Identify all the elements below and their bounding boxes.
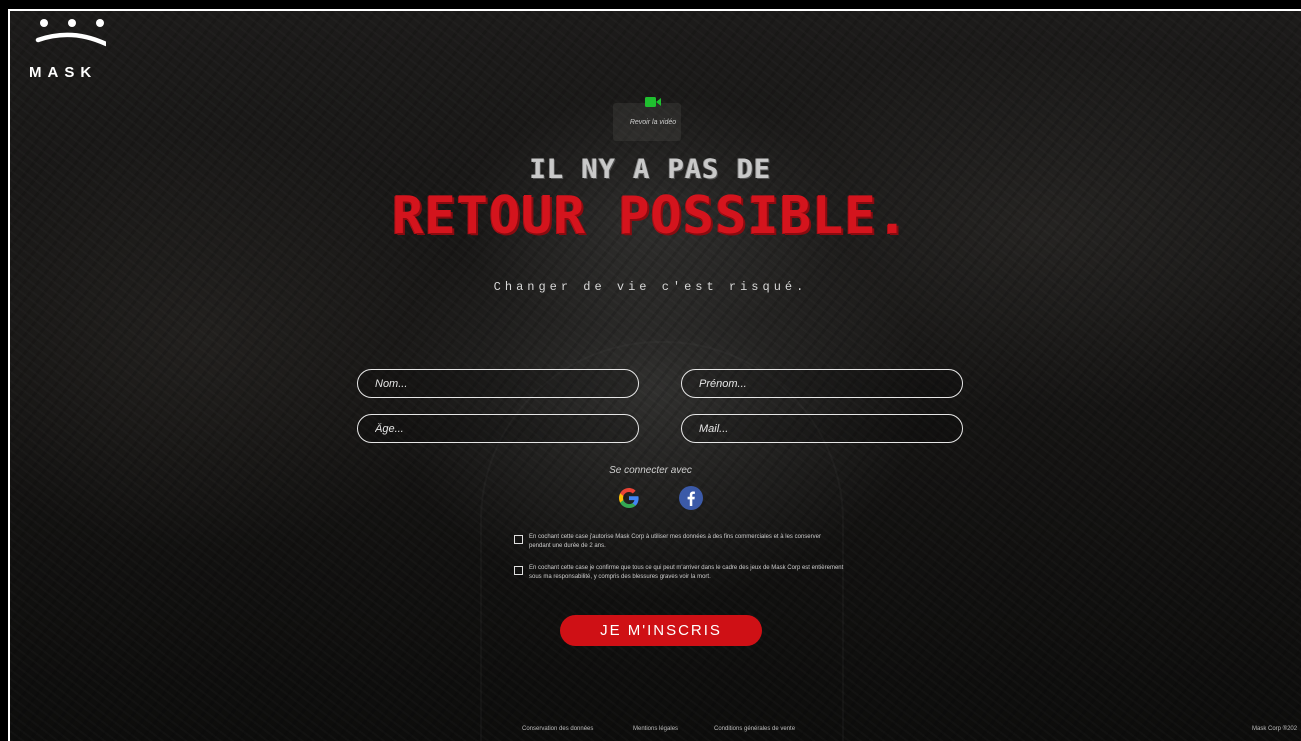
google-login-button[interactable] — [617, 486, 641, 510]
consent-data-checkbox[interactable] — [514, 535, 523, 544]
nom-field[interactable] — [357, 369, 639, 398]
logo-text: MASK — [29, 64, 98, 81]
replay-video-link[interactable]: Revoir la vidéo — [620, 96, 686, 129]
mask-face-icon — [35, 19, 106, 47]
headline-line-1: IL NY A PAS DE — [529, 154, 772, 185]
headline-line-2: RETOUR POSSIBLE. — [392, 186, 909, 246]
consent-liability-text: En cochant cette case je confirme que to… — [529, 565, 844, 580]
consent-data-text: En cochant cette case j'autorise Mask Co… — [529, 534, 821, 549]
social-connect-label: Se connecter avec — [609, 465, 692, 476]
footer-link-legal[interactable]: Mentions légales — [633, 726, 678, 732]
footer-link-terms[interactable]: Conditions générales de vente — [714, 726, 795, 732]
google-icon — [619, 488, 639, 508]
facebook-login-button[interactable] — [679, 486, 703, 510]
consent-liability-checkbox[interactable] — [514, 566, 523, 575]
video-camera-icon — [645, 97, 661, 107]
age-field[interactable] — [357, 414, 639, 443]
copyright-text: Mask Corp ®202 — [1252, 726, 1298, 732]
mail-field[interactable] — [681, 414, 963, 443]
mask-logo[interactable]: MASK — [26, 16, 106, 86]
replay-video-label: Revoir la vidéo — [629, 119, 677, 126]
facebook-icon — [679, 486, 703, 510]
tagline: Changer de vie c'est risqué. — [493, 280, 808, 294]
footer-link-data[interactable]: Conservation des données — [522, 726, 593, 732]
signup-button[interactable]: JE M'INSCRIS — [560, 615, 762, 646]
prenom-field[interactable] — [681, 369, 963, 398]
